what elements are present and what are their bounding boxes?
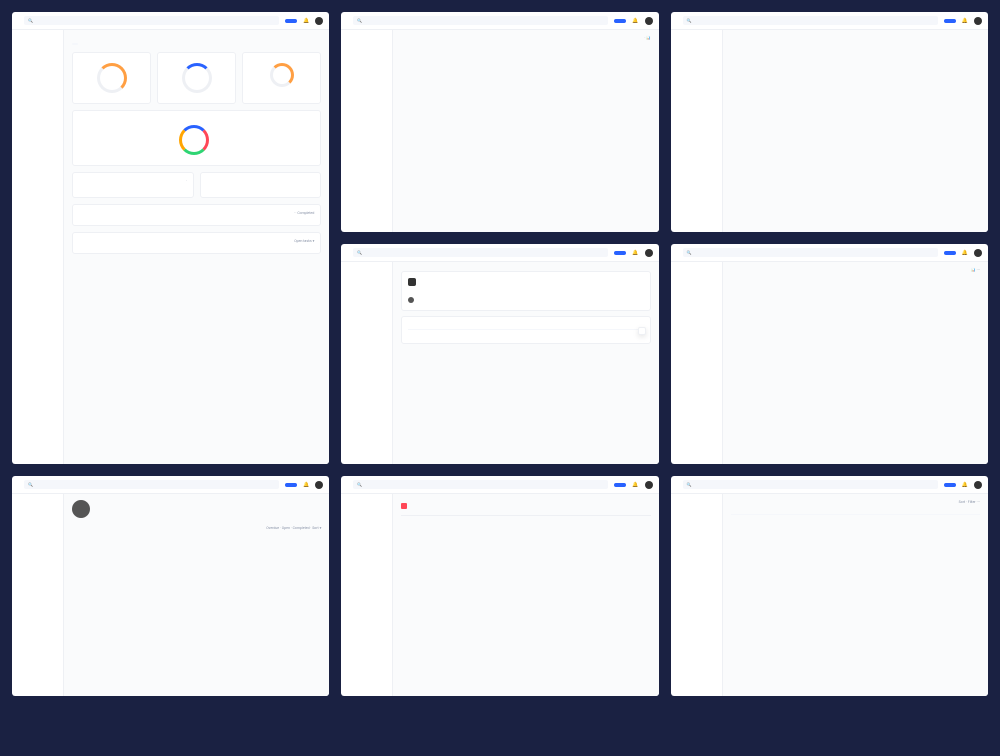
user-avatar[interactable] <box>315 17 323 25</box>
files-screen: 🔍🔔 <box>341 476 658 696</box>
clients-screen: 🔍🔔 · 📊 <box>341 12 658 232</box>
bell-icon[interactable]: 🔔 <box>303 18 309 24</box>
dashboard-screen: 🔍 🔔 <box>12 12 329 464</box>
search-icon: 🔍 <box>28 18 33 23</box>
search-input[interactable]: 🔍 <box>24 16 279 25</box>
add-button[interactable] <box>285 19 297 23</box>
client-detail-screen: 🔍🔔 <box>341 244 658 464</box>
period-selector[interactable] <box>72 43 78 45</box>
tasks-screen: 🔍🔔 <box>671 12 988 232</box>
sidebar <box>12 30 64 464</box>
users-screen: 🔍🔔 📊 ⋯ <box>671 244 988 464</box>
topbar: 🔍 🔔 <box>12 12 329 30</box>
profile-screen: 🔍🔔 Overdue · Open · Completed · Sort ▾ <box>12 476 329 696</box>
teams-screen: 🔍🔔 Sort · Filter ⋯ <box>671 476 988 696</box>
